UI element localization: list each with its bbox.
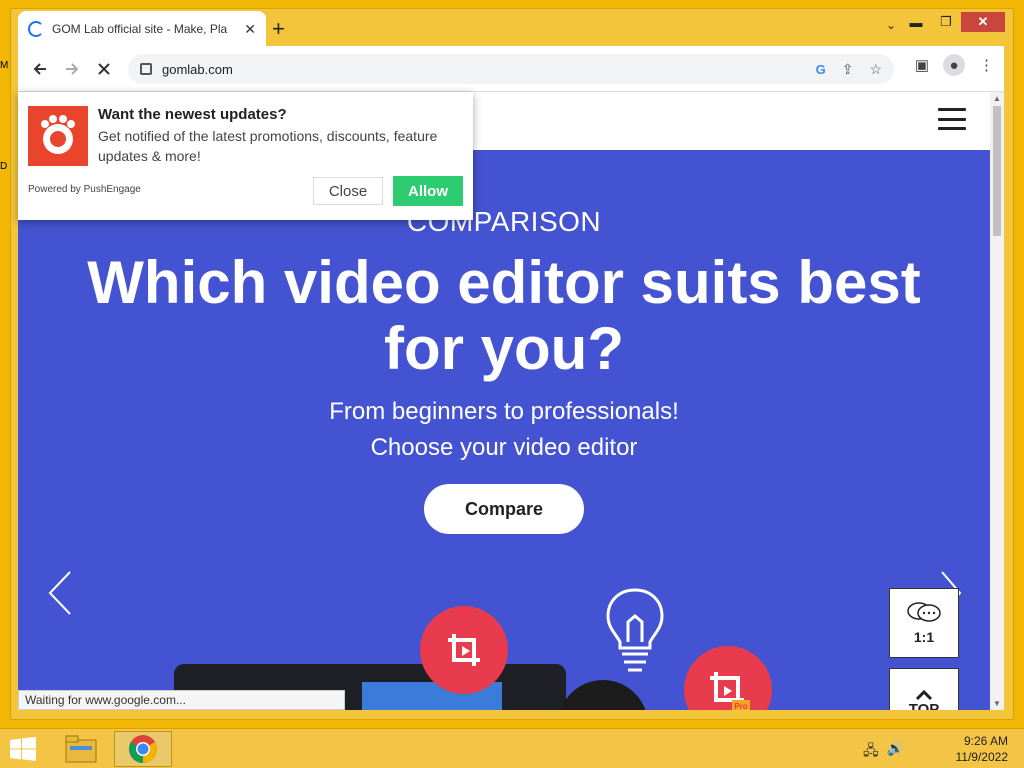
- lightbulb-icon: [606, 588, 664, 672]
- headline-line-2: for you?: [384, 315, 624, 382]
- hero-banner: COMPARISON Which video editor suits best…: [18, 150, 990, 710]
- headline-line-1: Which video editor suits best: [87, 249, 921, 316]
- chrome-taskbar-button[interactable]: [114, 731, 172, 767]
- file-explorer-icon[interactable]: [64, 734, 98, 764]
- volume-icon[interactable]: 🔊: [887, 740, 904, 764]
- scroll-up-arrow-icon[interactable]: ▲: [993, 94, 1001, 103]
- loading-spinner-icon: [28, 21, 44, 37]
- share-icon[interactable]: ⇪: [842, 61, 854, 78]
- new-tab-button[interactable]: +: [272, 16, 285, 42]
- bookmark-star-icon[interactable]: ☆: [869, 61, 882, 78]
- push-notification-prompt: Want the newest updates? Get notified of…: [18, 92, 473, 220]
- scroll-to-top-button[interactable]: TOP: [889, 668, 959, 710]
- hamburger-menu-icon[interactable]: [938, 108, 966, 130]
- clock-date: 11/9/2022: [955, 750, 1009, 764]
- minimize-button[interactable]: ▬: [901, 12, 931, 32]
- tab-title: GOM Lab official site - Make, Pla: [52, 22, 228, 36]
- url-text: gomlab.com: [162, 61, 233, 77]
- browser-toolbar: gomlab.com G ⇪ ☆ ▣ ● ⋮: [18, 46, 1004, 92]
- maximize-button[interactable]: ❐: [931, 12, 961, 32]
- back-arrow-icon: [33, 62, 46, 75]
- push-allow-button[interactable]: Allow: [393, 176, 463, 206]
- back-button[interactable]: [24, 53, 56, 85]
- hero-subheading: From beginners to professionals! Choose …: [18, 394, 990, 466]
- scrollbar-thumb[interactable]: [993, 106, 1001, 236]
- system-tray: 🖧 🔊: [863, 740, 904, 764]
- window-close-button[interactable]: ✕: [961, 12, 1005, 32]
- browser-menu-icon[interactable]: ⋮: [979, 56, 994, 74]
- push-close-button[interactable]: Close: [313, 177, 383, 205]
- lock-icon: [140, 63, 152, 75]
- gom-logo-icon: [28, 106, 88, 166]
- top-label: TOP: [908, 700, 940, 711]
- chevron-up-icon: [915, 689, 933, 700]
- google-lens-icon[interactable]: G: [816, 62, 826, 77]
- person-illustration: [558, 680, 648, 710]
- toolbar-right: ▣ ● ⋮: [915, 54, 994, 76]
- clock-time: 9:26 AM: [963, 734, 1008, 748]
- forward-arrow-icon: [66, 62, 79, 75]
- status-bubble: Waiting for www.google.com...: [18, 690, 345, 710]
- profile-avatar-icon[interactable]: ●: [943, 54, 965, 76]
- browser-tab[interactable]: GOM Lab official site - Make, Pla ✕: [18, 11, 266, 47]
- network-icon[interactable]: 🖧: [863, 740, 879, 764]
- pro-badge: Pro: [734, 702, 747, 710]
- window-controls: ▬ ❐ ✕: [901, 12, 1005, 32]
- windows-start-icon[interactable]: [10, 737, 36, 761]
- stop-loading-button[interactable]: [88, 53, 120, 85]
- side-panel-icon[interactable]: ▣: [915, 56, 929, 74]
- tab-search-button[interactable]: ⌄: [886, 18, 896, 32]
- push-title: Want the newest updates?: [98, 106, 287, 123]
- taskbar-clock[interactable]: 9:26 AM 11/9/2022: [956, 733, 1009, 765]
- stop-x-icon: [98, 62, 110, 75]
- crop-pro-icon: Pro: [684, 646, 772, 710]
- subheading-line-2: Choose your video editor: [370, 434, 638, 461]
- chat-bubbles-icon: [907, 602, 941, 622]
- chat-widget-button[interactable]: 1:1: [889, 588, 959, 658]
- tab-close-icon[interactable]: ✕: [244, 21, 256, 38]
- page-scrollbar[interactable]: ▲ ▼: [990, 92, 1004, 710]
- forward-button[interactable]: [56, 53, 88, 85]
- crop-icon: [420, 606, 508, 694]
- scroll-down-arrow-icon[interactable]: ▼: [993, 699, 1001, 708]
- powered-by-label: Powered by PushEngage: [28, 184, 141, 195]
- carousel-prev-icon[interactable]: [46, 570, 74, 616]
- address-bar[interactable]: gomlab.com G ⇪ ☆: [128, 54, 894, 84]
- compare-button[interactable]: Compare: [424, 484, 584, 534]
- taskbar: 🖧 🔊 9:26 AM 11/9/2022: [0, 728, 1024, 768]
- chat-widget-label: 1:1: [913, 629, 935, 645]
- subheading-line-1: From beginners to professionals!: [329, 398, 679, 425]
- push-body: Get notified of the latest promotions, d…: [98, 128, 438, 164]
- chrome-icon: [129, 735, 157, 763]
- hero-headline: Which video editor suits best for you?: [18, 250, 990, 382]
